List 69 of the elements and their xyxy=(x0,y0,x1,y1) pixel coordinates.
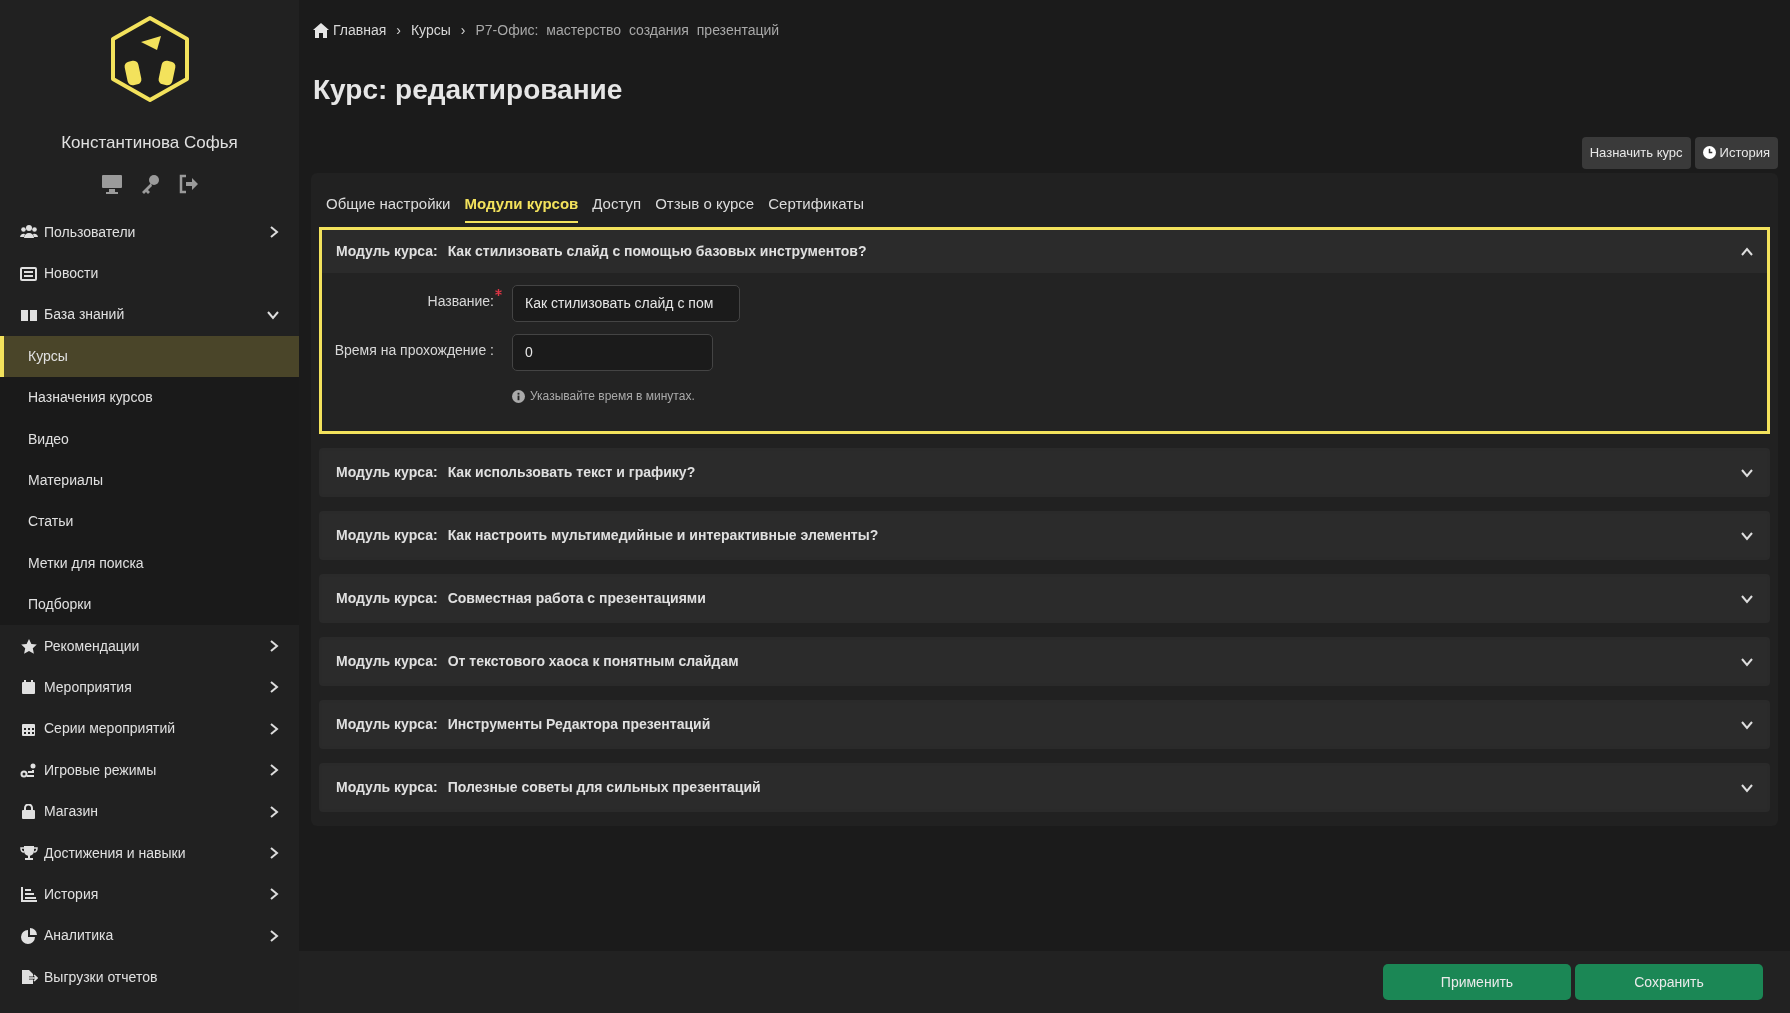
module-title: От текстового хаоса к понятным слайдам xyxy=(447,652,740,671)
calendar-icon xyxy=(20,679,38,696)
module-label: Модуль курса: xyxy=(336,463,438,482)
sidebar-item[interactable]: Рекомендации xyxy=(0,625,299,667)
trophy-icon xyxy=(20,845,38,862)
module-title: Как стилизовать слайд с помощью базовых инструментов? xyxy=(447,242,868,261)
module-title: Полезные советы для сильных презентаций xyxy=(447,778,762,797)
time-field[interactable]: 0 xyxy=(512,334,713,371)
module-label: Модуль курса: xyxy=(336,242,438,261)
save-button[interactable]: Сохранить xyxy=(1575,964,1763,1000)
chart-icon xyxy=(20,886,38,903)
sidebar-item[interactable]: Статьи xyxy=(0,501,299,543)
breadcrumb-link[interactable]: Курсы xyxy=(410,20,451,41)
tab[interactable]: Общие настройки xyxy=(326,186,451,223)
page-title: Курс: редактирование xyxy=(313,73,624,107)
module-label: Модуль курса: xyxy=(336,715,438,734)
newspaper-icon xyxy=(20,265,38,282)
breadcrumb-separator: › xyxy=(460,21,466,40)
sidebar-item[interactable]: Подборки xyxy=(0,584,299,626)
clock-icon xyxy=(1702,146,1716,160)
module-header[interactable]: Модуль курса: Как стилизовать слайд с помощью базовых инструментов? xyxy=(322,230,1767,273)
module-label: Модуль курса: xyxy=(336,778,438,797)
route-icon xyxy=(20,762,38,779)
sidebar-item[interactable]: Видео xyxy=(0,418,299,460)
sidebar-item[interactable]: База знаний xyxy=(0,294,299,336)
sidebar-item[interactable]: Назначения курсов xyxy=(0,377,299,419)
sidebar-item[interactable]: Материалы xyxy=(0,459,299,502)
info-icon xyxy=(512,389,525,403)
field-label: Название: xyxy=(427,293,494,309)
history-button[interactable]: История xyxy=(1694,137,1778,169)
tab[interactable]: Модули курсов xyxy=(464,186,579,223)
sidebar-item[interactable]: Аналитика xyxy=(0,915,299,957)
field-label: Время на прохождение : xyxy=(334,342,494,358)
sidebar-item[interactable]: Выгрузки отчетов xyxy=(0,956,299,998)
star-icon xyxy=(20,638,38,655)
module-label: Модуль курса: xyxy=(336,652,438,671)
tab[interactable]: Доступ xyxy=(592,186,642,223)
pie-chart-icon xyxy=(20,927,38,944)
field-hint: Указывайте время в минутах. xyxy=(530,388,695,405)
breadcrumb-link[interactable]: Главная xyxy=(333,20,387,41)
apply-button[interactable]: Применить xyxy=(1383,964,1571,1000)
sidebar-item[interactable]: Метки для поиска xyxy=(0,542,299,584)
user-name: Константинова Софья xyxy=(60,132,239,154)
sidebar-item[interactable]: Игровые режимы xyxy=(0,749,299,791)
module-title: Совместная работа с презентациями xyxy=(447,589,707,608)
module-title: Как настроить мультимедийные и интерактивные элементы? xyxy=(447,526,880,545)
sidebar-item[interactable]: Серии мероприятий xyxy=(0,708,299,750)
breadcrumb-current: Р7-Офис: мастерство создания презентаций xyxy=(475,21,780,40)
sidebar-item[interactable]: Новости xyxy=(0,252,299,295)
sidebar-item[interactable]: Пользователи xyxy=(0,211,299,253)
monitor-icon[interactable] xyxy=(100,172,123,195)
sidebar-item[interactable]: Достижения и навыки xyxy=(0,832,299,874)
sidebar-item[interactable]: Магазин xyxy=(0,790,299,833)
sidebar-item[interactable]: История xyxy=(0,873,299,916)
module-label: Модуль курса: xyxy=(336,526,438,545)
file-export-icon xyxy=(20,969,38,986)
tab[interactable]: Отзыв о курсе xyxy=(655,186,755,223)
home-icon xyxy=(313,23,329,38)
chevron-up-icon xyxy=(1741,245,1753,258)
users-icon xyxy=(20,224,38,241)
sidebar-item[interactable]: Мероприятия xyxy=(0,666,299,709)
tab[interactable]: Сертификаты xyxy=(768,186,864,223)
breadcrumb-separator: › xyxy=(396,21,401,40)
sidebar-item[interactable]: Курсы xyxy=(0,335,299,378)
assign-course-button[interactable]: Назначить курс xyxy=(1581,137,1691,169)
module-label: Модуль курса: xyxy=(336,589,438,608)
module-title: Как использовать текст и графику? xyxy=(447,463,697,482)
name-field[interactable]: Как стилизовать слайд с пом xyxy=(512,285,740,322)
module-title: Инструменты Редактора презентаций xyxy=(447,715,712,734)
